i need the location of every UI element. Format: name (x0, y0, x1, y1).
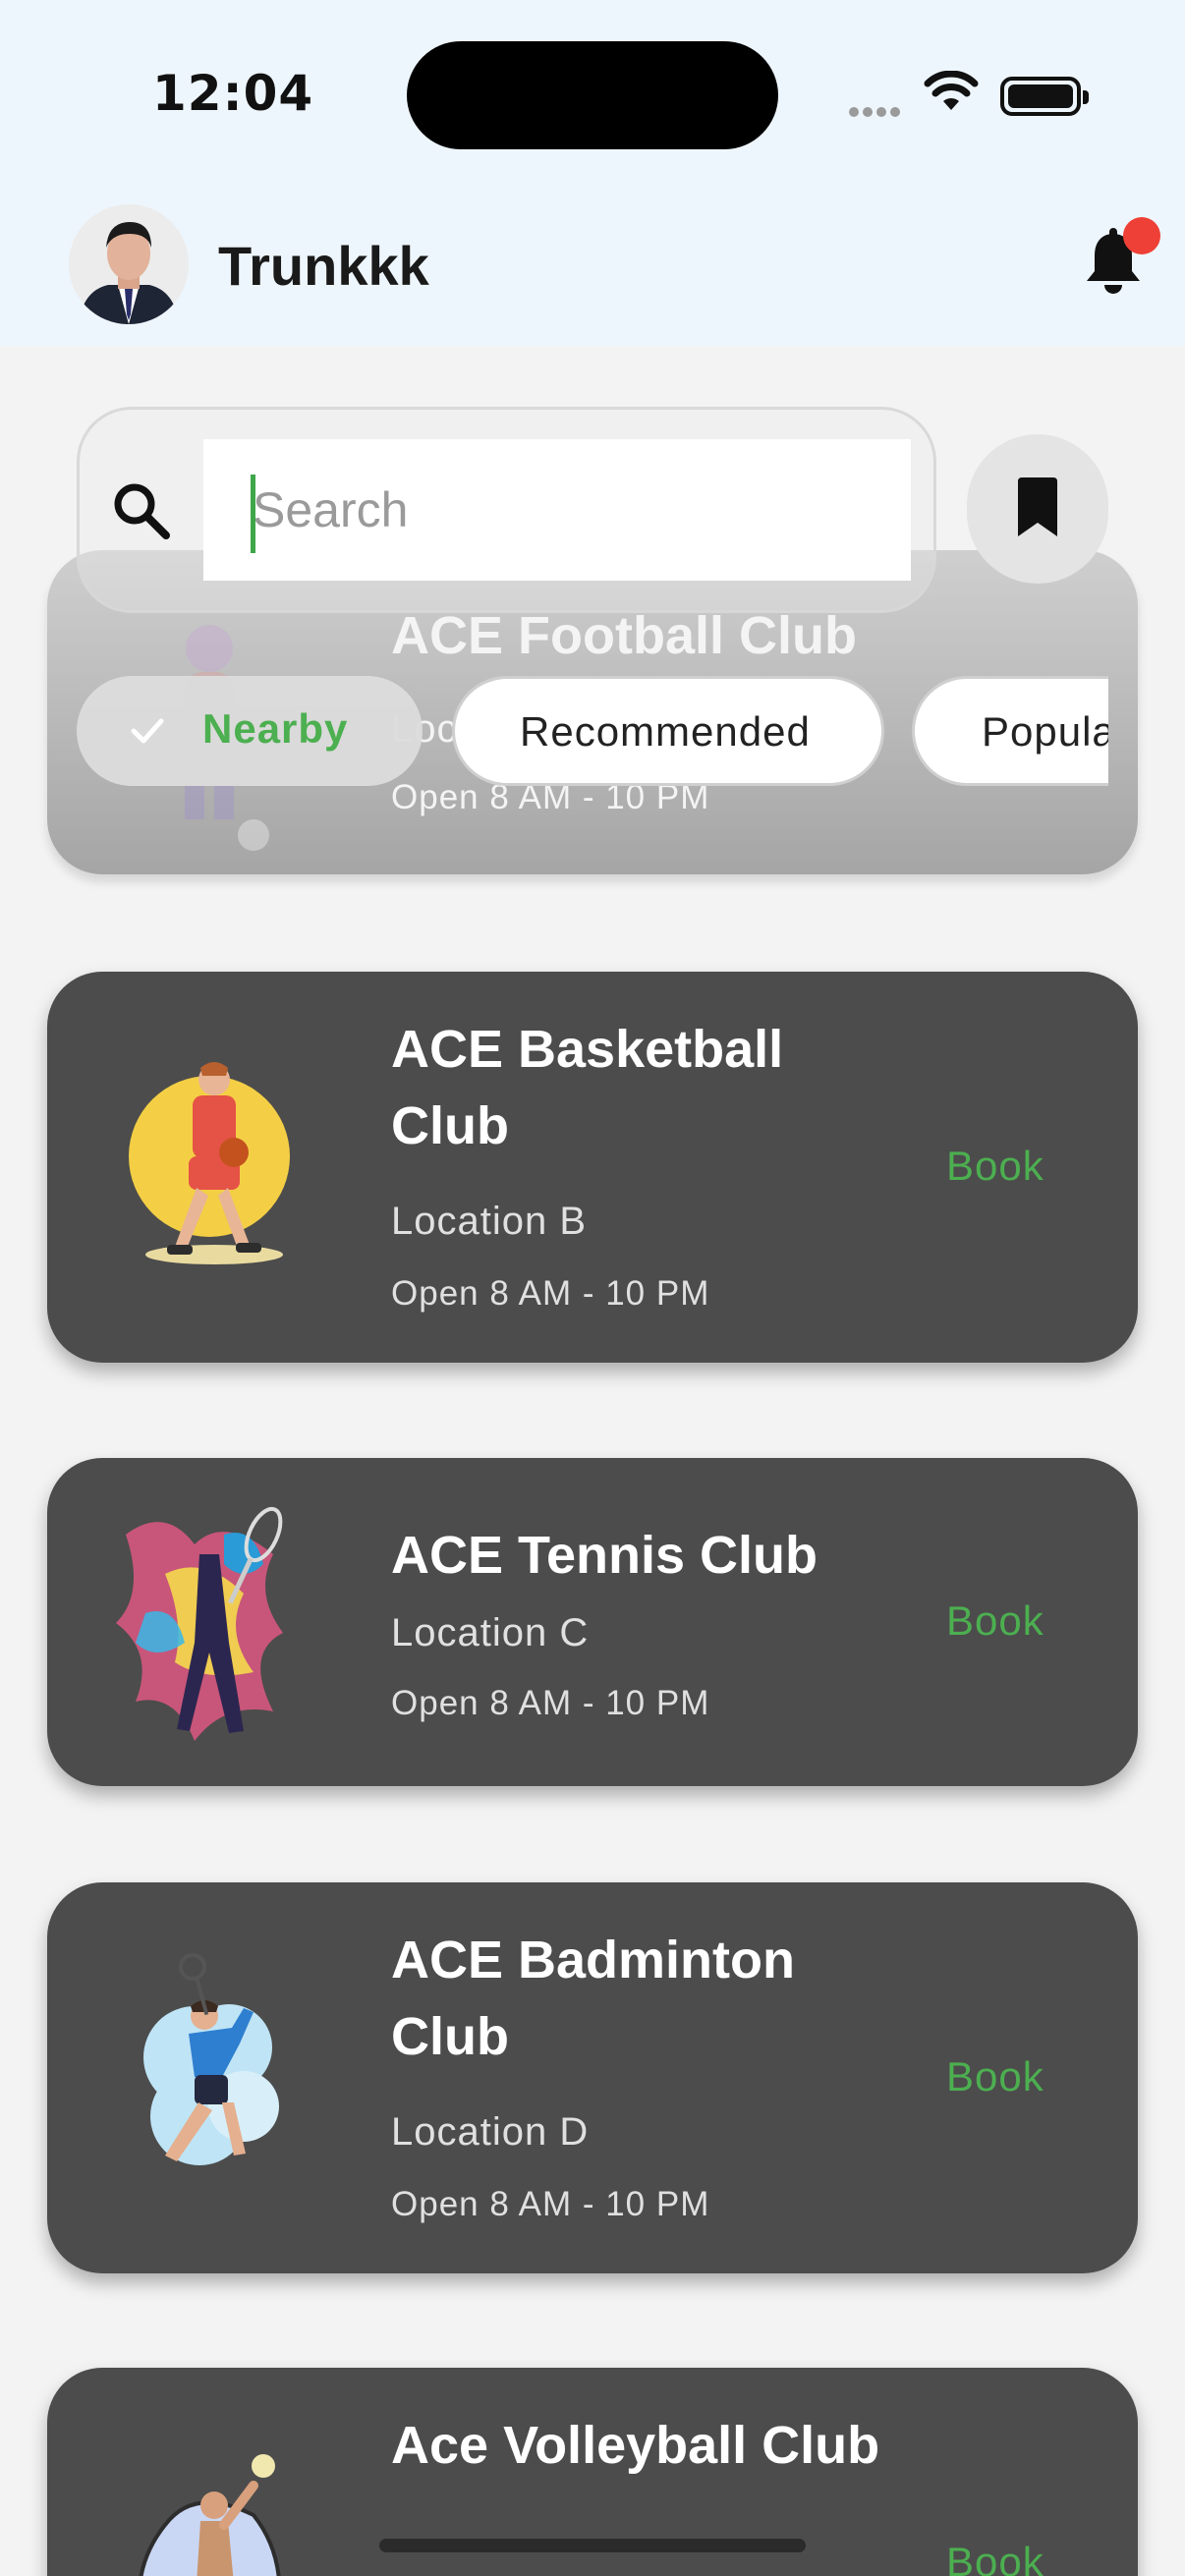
club-name: Ace Volleyball Club (391, 2416, 880, 2475)
chip-recommended[interactable]: Recommended (452, 676, 884, 786)
club-name: ACE Badminton Club (391, 1931, 795, 2066)
home-indicator[interactable] (379, 2539, 806, 2552)
basketball-player-icon (129, 1062, 290, 1264)
filter-chips: Nearby Recommended Popula (77, 672, 1108, 790)
book-button[interactable]: Book (946, 1597, 1044, 1645)
club-name: ACE Basketball Club (391, 1020, 784, 1155)
tennis-player-icon (116, 1506, 283, 1741)
search-icon[interactable] (109, 478, 174, 543)
bookmark-icon (1018, 477, 1057, 536)
club-name: ACE Tennis Club (391, 1526, 818, 1585)
club-location: Location D (391, 2110, 590, 2154)
notification-badge (1123, 217, 1160, 254)
status-bar: 12:04 (0, 0, 1185, 177)
app-header: Trunkkk (0, 177, 1185, 346)
book-button[interactable]: Book (946, 2539, 1044, 2576)
avatar[interactable] (69, 204, 189, 324)
search-input[interactable] (203, 439, 911, 581)
book-button[interactable]: Book (946, 2053, 1044, 2100)
chip-label: Nearby (202, 705, 349, 752)
dynamic-island (407, 41, 778, 149)
club-hours: Open 8 AM - 10 PM (391, 2185, 710, 2223)
club-card[interactable]: ACE Basketball Club Location B Open 8 AM… (47, 972, 1138, 1363)
chip-nearby[interactable]: Nearby (77, 676, 423, 786)
club-location: Location C (391, 1611, 590, 1654)
chip-label: Popula (982, 708, 1108, 755)
username[interactable]: Trunkkk (218, 234, 429, 298)
club-card[interactable]: ACE Tennis Club Location C Open 8 AM - 1… (47, 1458, 1138, 1786)
chip-label: Recommended (520, 708, 811, 755)
volleyball-player-icon (139, 2454, 281, 2576)
battery-icon (1000, 77, 1089, 116)
club-hours: Open 8 AM - 10 PM (391, 1684, 710, 1722)
badminton-player-icon (143, 1953, 279, 2165)
status-time: 12:04 (152, 65, 314, 122)
bookmarks-button[interactable] (967, 434, 1108, 584)
cellular-signal-icon (849, 102, 904, 121)
check-icon (131, 718, 164, 744)
search-bar (77, 407, 936, 613)
text-cursor (251, 475, 255, 553)
chip-popular[interactable]: Popula (912, 676, 1108, 786)
book-button[interactable]: Book (946, 1143, 1044, 1190)
club-hours: Open 8 AM - 10 PM (391, 1274, 710, 1313)
club-location: Location B (391, 1200, 588, 1243)
app-screen: 12:04 Trunkkk ACE Football Club Loc Open… (0, 0, 1185, 2576)
wifi-icon (924, 71, 979, 110)
club-card[interactable]: ACE Badminton Club Location D Open 8 AM … (47, 1882, 1138, 2273)
